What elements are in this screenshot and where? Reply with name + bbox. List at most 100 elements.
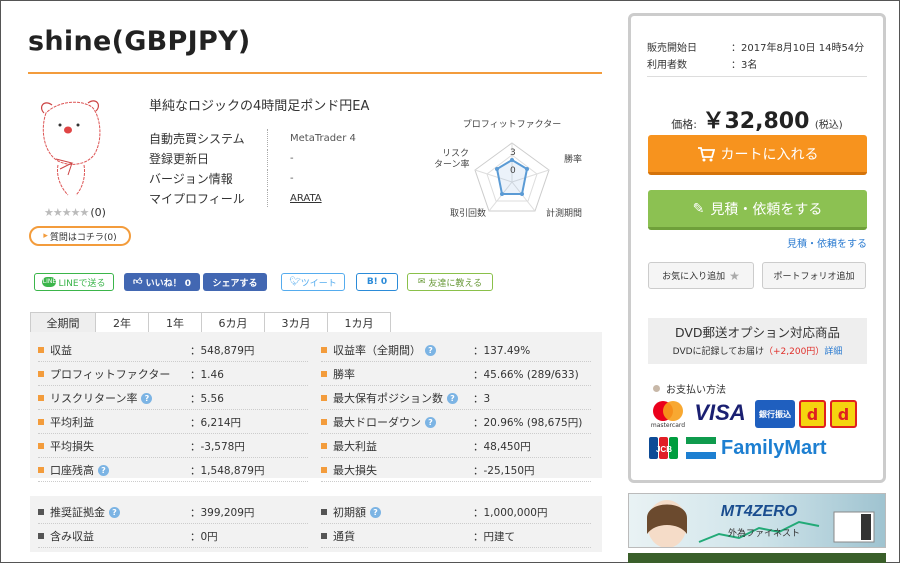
bank-transfer-logo: 銀行振込	[755, 400, 795, 428]
bullet-square-icon	[38, 395, 44, 401]
gaitame-text: 外為ファイネスト	[728, 527, 800, 539]
estimate-button[interactable]: ✎ 見積・依頼をする	[648, 190, 867, 230]
stats-panel-secondary: 推奨証拠金? ：399,209円 含み収益 ：0円 初期額? ：1,000,000円 通貨…	[30, 496, 602, 552]
stat-row: 収益率（全期間）? ：137.49%	[321, 338, 591, 362]
facebook-like-button[interactable]: 👍︎ いいね！ 0	[124, 273, 200, 291]
help-icon[interactable]: ?	[425, 344, 436, 356]
question-button-label: 質問はコチラ(0)	[49, 232, 117, 243]
stat-row: 通貨 ：円建て	[321, 524, 591, 548]
bullet-square-icon	[321, 509, 327, 515]
info-label: マイプロフィール	[149, 191, 245, 206]
payment-methods-title: お支払い方法	[653, 381, 726, 396]
stat-value: ：137.49%	[473, 344, 531, 357]
mt4zero-ad-graphic: MT4ZERO 外為ファイネスト	[647, 500, 875, 547]
users-value: ：3名	[731, 60, 758, 71]
dvd-desc-text: DVDに記録してお届け	[672, 347, 764, 357]
stat-label: 平均利益	[50, 416, 94, 429]
stat-label: 推奨証拠金	[50, 506, 105, 519]
add-to-cart-label: カートに入れる	[720, 146, 819, 163]
stat-row: 初期額? ：1,000,000円	[321, 500, 591, 524]
info-row: 自動売買システム MetaTrader 4	[149, 128, 356, 148]
bullet-square-icon	[38, 509, 44, 515]
help-icon[interactable]: ?	[447, 392, 458, 404]
tab-6-months[interactable]: 6カ月	[201, 312, 265, 332]
dvd-option-desc: DVDに記録してお届け（+2,200円）詳細	[648, 344, 867, 357]
stat-label: 最大損失	[333, 464, 377, 477]
envelope-icon: ✉	[417, 277, 426, 287]
add-portfolio-button[interactable]: ポートフォリオ追加	[762, 262, 866, 289]
stats-panel: 収益 ：548,879円 プロフィットファクター ：1.46 リスクリターン率? ：5.5…	[30, 332, 602, 482]
stat-value: ：1,000,000円	[473, 506, 548, 519]
mt4zero-ad-banner[interactable]: MT4ZERO 外為ファイネスト	[628, 493, 886, 548]
tweet-label: ツイート	[300, 278, 337, 289]
bullet-square-icon	[321, 371, 327, 377]
tweet-button[interactable]: 🐦︎ ツイート	[281, 273, 345, 291]
line-icon: LINE	[42, 277, 57, 287]
help-icon[interactable]: ?	[370, 506, 381, 518]
product-subtitle: 単純なロジックの4時間足ポンド円EA	[149, 99, 370, 114]
stat-label: 通貨	[333, 530, 355, 543]
stat-row: 最大保有ポジション数? ：3	[321, 386, 591, 410]
add-favorite-button[interactable]: お気に入り追加 ★	[648, 262, 754, 289]
title-divider	[28, 72, 602, 74]
help-icon[interactable]: ?	[109, 506, 120, 518]
stat-row: プロフィットファクター ：1.46	[38, 362, 308, 386]
stat-row: 最大損失 ：-25,150円	[321, 458, 591, 482]
help-icon[interactable]: ?	[425, 416, 436, 428]
thumbs-up-icon: 👍︎	[133, 277, 143, 287]
author-profile-link[interactable]: ARATA	[290, 193, 322, 204]
bullet-icon	[653, 385, 660, 392]
product-info: 自動売買システム MetaTrader 4 登録更新日 - バージョン情報 - マイプ…	[149, 128, 356, 208]
price-tax: (税込)	[814, 120, 843, 131]
estimate-link[interactable]: 見積・依頼をする	[787, 235, 867, 250]
tab-1-year[interactable]: 1年	[148, 312, 202, 332]
jcb-text: JCB	[656, 445, 672, 454]
add-to-cart-button[interactable]: カートに入れる	[648, 135, 867, 175]
stat-row: リスクリターン率? ：5.56	[38, 386, 308, 410]
stat-value: ：399,209円	[190, 506, 255, 519]
help-icon[interactable]: ?	[98, 464, 109, 476]
hatena-bookmark-button[interactable]: B! 0	[356, 273, 398, 291]
line-share-button[interactable]: LINE LINEで送る	[34, 273, 114, 291]
mastercard-logo: mastercard	[649, 398, 687, 430]
stat-value: ：45.66% (289/633)	[473, 368, 579, 381]
dvd-option-title: DVD郵送オプション対応商品	[674, 325, 841, 340]
bullet-square-icon	[38, 467, 44, 473]
radar-label-risk-1: リスク	[442, 148, 469, 159]
estimate-button-label: 見積・依頼をする	[710, 201, 823, 218]
dpoint-logo: d	[799, 400, 826, 428]
tab-all-period[interactable]: 全期間	[30, 312, 96, 332]
mastercard-text: mastercard	[650, 421, 686, 429]
stat-value: ：548,879円	[190, 344, 255, 357]
radar-label-trades: 取引回数	[450, 207, 486, 219]
bullet-square-icon	[38, 347, 44, 353]
stat-row: 最大利益 ：48,450円	[321, 434, 591, 458]
facebook-share-button[interactable]: シェアする	[203, 273, 267, 291]
tab-3-months[interactable]: 3カ月	[264, 312, 328, 332]
stat-row: 収益 ：548,879円	[38, 338, 308, 362]
line-share-label: LINEで送る	[58, 278, 106, 289]
radar-label-pf: プロフィットファクター	[463, 119, 561, 130]
stat-row: 勝率 ：45.66% (289/633)	[321, 362, 591, 386]
stat-label: 勝率	[333, 368, 355, 381]
bullet-square-icon	[321, 419, 327, 425]
pencil-icon: ✎	[692, 200, 705, 217]
question-button[interactable]: ▸ 質問はコチラ(0)	[29, 226, 131, 246]
info-value: MetaTrader 4	[290, 132, 356, 144]
help-icon[interactable]: ?	[141, 392, 153, 404]
tab-2-years[interactable]: 2年	[95, 312, 149, 332]
price-value: ￥32,800	[702, 109, 810, 134]
cart-icon	[697, 146, 715, 161]
bullet-square-icon	[321, 443, 327, 449]
dvd-detail-link[interactable]: 詳細	[824, 347, 842, 357]
stat-value: ：5.56	[190, 392, 224, 405]
radar-scale-max: 3	[510, 148, 516, 158]
stats-right-column: 収益率（全期間）? ：137.49% 勝率 ：45.66% (289/633) 最大保有…	[321, 338, 591, 482]
mt4zero-title: MT4ZERO	[721, 503, 798, 520]
stat-row: 平均利益 ：6,214円	[38, 410, 308, 434]
bullet-square-icon	[321, 467, 327, 473]
tab-1-month[interactable]: 1カ月	[327, 312, 391, 332]
secondary-ad-banner[interactable]	[628, 553, 886, 563]
star-icon: ★	[729, 268, 740, 283]
tell-friend-button[interactable]: ✉ 友達に教える	[407, 273, 493, 291]
